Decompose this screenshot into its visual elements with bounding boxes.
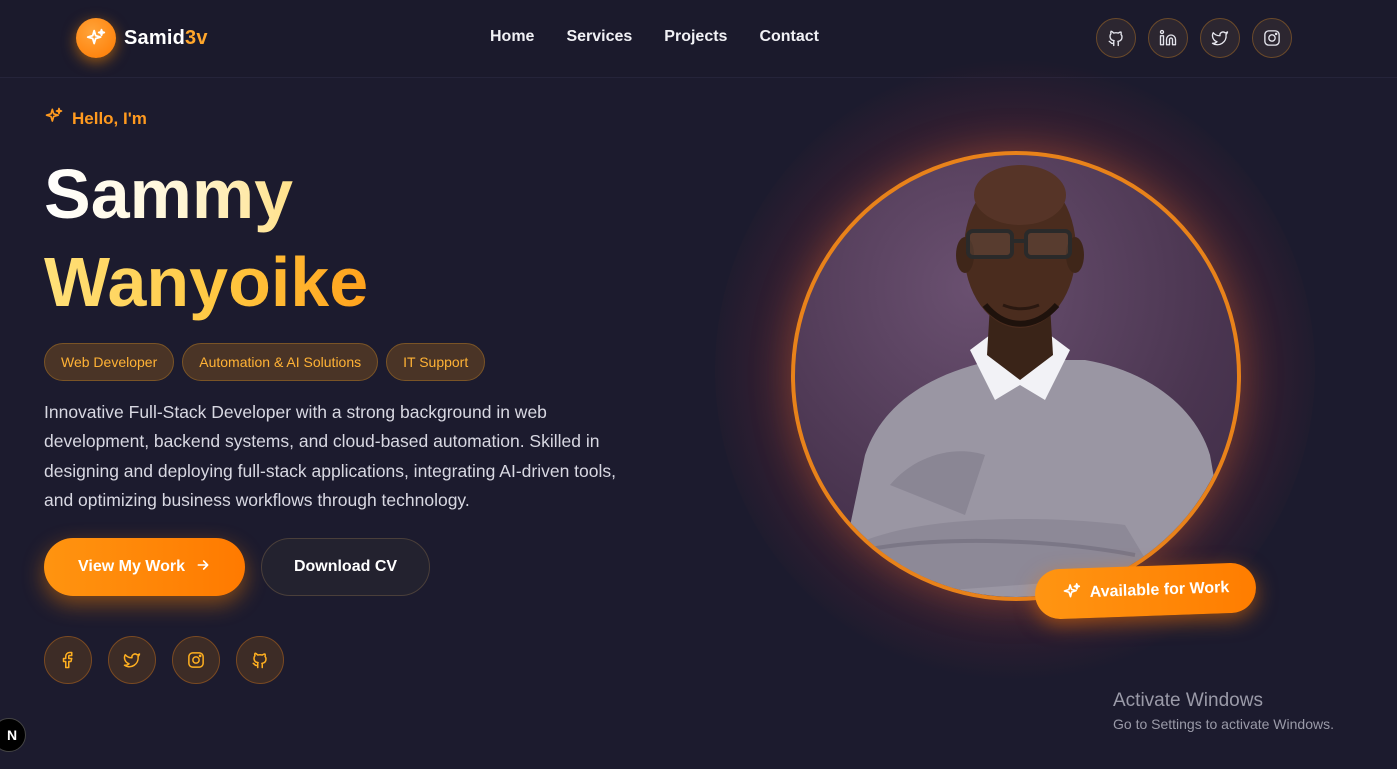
github-icon[interactable] [1096,18,1136,58]
tag-it-support: IT Support [386,343,486,381]
top-navbar: Samid3v Home Services Projects Contact [0,0,1397,78]
sparkle-icon [44,106,64,131]
instagram-icon[interactable] [1252,18,1292,58]
tag-automation-ai: Automation & AI Solutions [182,343,379,381]
nav-link-projects[interactable]: Projects [664,28,727,46]
hero-first-name: Sammy [44,152,293,236]
view-my-work-label: View My Work [78,558,185,575]
nav-link-contact[interactable]: Contact [759,28,819,46]
available-badge-label: Available for Work [1089,579,1230,601]
view-my-work-button[interactable]: View My Work [44,538,245,596]
activate-windows-title: Activate Windows [1113,690,1263,711]
nav-link-services[interactable]: Services [566,28,632,46]
nav-link-home[interactable]: Home [490,28,534,46]
nav-links: Home Services Projects Contact [490,28,819,46]
activate-windows-watermark: Activate Windows Go to Settings to activ… [1113,690,1334,732]
dev-indicator-badge[interactable]: N [0,718,26,752]
brand-name-accent: 3v [185,26,208,49]
greeting: Hello, I'm [44,106,147,131]
facebook-icon[interactable] [44,636,92,684]
hero-socials [44,636,284,684]
available-for-work-badge: Available for Work [1034,562,1257,620]
brand-name-main: Samid [124,26,186,49]
twitter-icon[interactable] [108,636,156,684]
activate-windows-subtitle: Go to Settings to activate Windows. [1113,716,1334,732]
tag-web-developer: Web Developer [44,343,175,381]
github-icon[interactable] [236,636,284,684]
nav-socials [1096,18,1292,58]
brand-name: Samid3v [124,27,208,50]
twitter-icon[interactable] [1200,18,1240,58]
sparkle-icon [76,18,116,58]
hero-description: Innovative Full-Stack Developer with a s… [44,402,617,510]
profile-photo [791,151,1241,601]
sparkle-icon [1061,581,1082,607]
hero-last-name: Wanyoike [44,240,368,324]
page: Samid3v Home Services Projects Contact A… [0,0,1397,769]
linkedin-icon[interactable] [1148,18,1188,58]
role-tags: Web Developer Automation & AI Solutions … [44,343,486,381]
arrow-right-icon [195,557,211,578]
greeting-text: Hello, I'm [72,108,147,128]
brand[interactable]: Samid3v [76,18,208,58]
download-cv-button[interactable]: Download CV [261,538,430,596]
instagram-icon[interactable] [172,636,220,684]
